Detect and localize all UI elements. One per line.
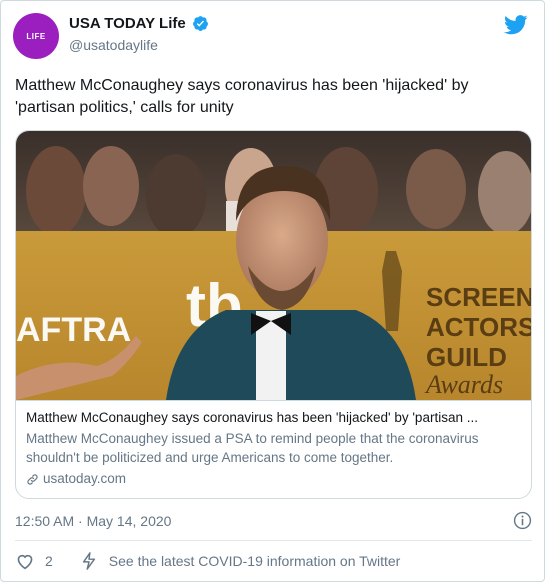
covid-info-link[interactable]: See the latest COVID-19 information on T… xyxy=(109,553,401,569)
heart-icon[interactable] xyxy=(15,552,35,570)
name-row: USA TODAY Life xyxy=(69,15,209,32)
svg-text:GUILD: GUILD xyxy=(426,342,507,372)
tweet-card[interactable]: LIFE USA TODAY Life @usatodaylife Matthe… xyxy=(0,0,545,582)
lightning-icon xyxy=(82,552,95,570)
card-text[interactable]: Matthew McConaughey says coronavirus has… xyxy=(16,400,531,498)
twitter-logo-icon[interactable] xyxy=(504,15,528,35)
tweet-text: Matthew McConaughey says coronavirus has… xyxy=(15,77,469,116)
card-title[interactable]: Matthew McConaughey says coronavirus has… xyxy=(26,409,523,427)
card-description: Matthew McConaughey issued a PSA to remi… xyxy=(26,431,479,465)
divider xyxy=(15,540,532,541)
svg-text:ACTORS: ACTORS xyxy=(426,312,532,342)
avatar-label: LIFE xyxy=(26,31,46,41)
handle[interactable]: @usatodaylife xyxy=(69,37,158,53)
timestamp[interactable]: 12:50 AM · May 14, 2020 xyxy=(15,513,171,529)
avatar[interactable]: LIFE xyxy=(13,13,59,59)
timestamp-row: 12:50 AM · May 14, 2020 xyxy=(15,510,532,532)
card-image[interactable]: AFTRA tb SCREEN ACTORS GUILD Awards xyxy=(16,131,532,400)
action-bar: 2 See the latest COVID-19 information on… xyxy=(15,550,532,572)
svg-text:AFTRA: AFTRA xyxy=(16,311,131,349)
card-domain-label[interactable]: usatoday.com xyxy=(43,470,126,488)
link-icon xyxy=(27,473,38,485)
verified-badge-icon xyxy=(192,16,208,31)
link-preview-card[interactable]: AFTRA tb SCREEN ACTORS GUILD Awards Matt… xyxy=(15,130,532,499)
display-name[interactable]: USA TODAY Life xyxy=(69,15,186,32)
card-domain[interactable]: usatoday.com xyxy=(26,470,523,488)
svg-text:SCREEN: SCREEN xyxy=(426,282,532,312)
svg-text:Awards: Awards xyxy=(424,370,503,399)
info-icon[interactable] xyxy=(513,511,532,530)
tweet-header: LIFE USA TODAY Life @usatodaylife xyxy=(13,13,532,61)
like-count[interactable]: 2 xyxy=(45,553,53,569)
